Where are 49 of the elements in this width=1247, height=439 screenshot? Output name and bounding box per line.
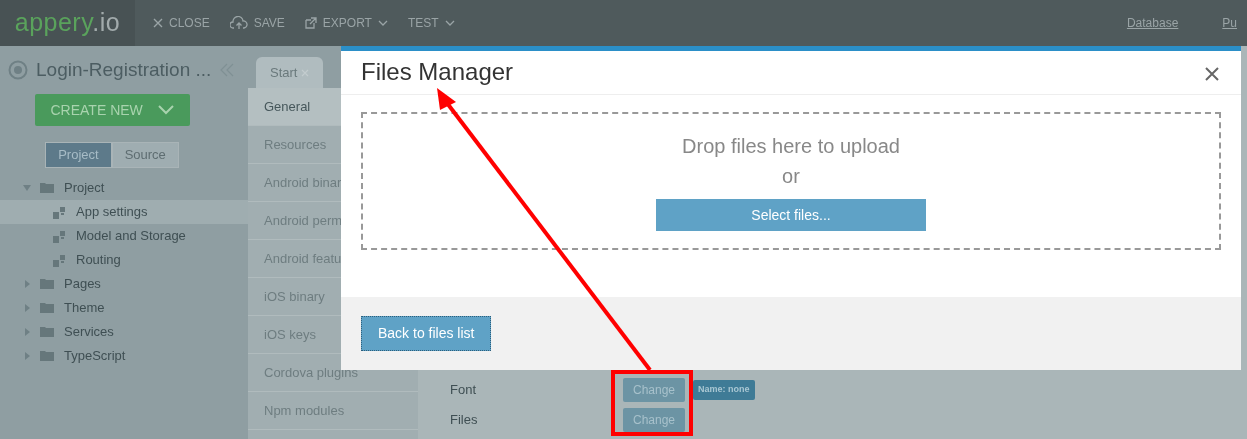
- header-link[interactable]: Pu: [1212, 14, 1247, 32]
- header-action[interactable]: EXPORT: [294, 14, 398, 32]
- folder-icon: [40, 350, 54, 361]
- tree-item[interactable]: Theme: [0, 295, 248, 320]
- collapse-triangle-icon: [22, 279, 32, 288]
- project-title: Login-Registration ...: [36, 57, 212, 82]
- header-action[interactable]: TEST: [397, 14, 465, 32]
- drop-zone[interactable]: Drop files here to upload or Select files...: [361, 112, 1221, 250]
- view-toggle-tab[interactable]: Project: [45, 142, 112, 168]
- cloud-upload-icon: [229, 16, 248, 30]
- tree-item[interactable]: Routing: [0, 247, 248, 272]
- tree-item[interactable]: Services: [0, 319, 248, 344]
- header-action[interactable]: SAVE: [219, 14, 295, 32]
- close-icon: [1205, 67, 1219, 82]
- tree-item[interactable]: Pages: [0, 271, 248, 296]
- tree-item[interactable]: App settings: [0, 199, 248, 224]
- dialog-title: Files Manager: [361, 58, 514, 87]
- field-label: Files: [450, 411, 479, 430]
- folder-icon: [40, 278, 54, 289]
- close-icon: [153, 18, 163, 28]
- collapse-triangle-icon: [22, 351, 32, 360]
- change-button[interactable]: Change: [623, 378, 686, 402]
- caret-icon: [444, 19, 455, 27]
- name-badge: Name: none: [693, 380, 755, 400]
- folder-icon: [40, 182, 54, 193]
- chevron-down-icon: [157, 105, 174, 115]
- tree-item[interactable]: Model and Storage: [0, 223, 248, 248]
- change-button[interactable]: Change: [623, 408, 686, 432]
- collapse-triangle-icon: [22, 303, 32, 312]
- header-action[interactable]: CLOSE: [143, 14, 220, 32]
- folder-icon: [40, 326, 54, 337]
- select-files-button[interactable]: Select files...: [656, 199, 926, 231]
- folder-icon: [40, 302, 54, 313]
- back-button[interactable]: Back to files list: [361, 316, 492, 351]
- target-icon: [8, 60, 28, 80]
- view-toggle-tab[interactable]: Source: [111, 142, 179, 168]
- drop-instructions: Drop files here to upload: [682, 134, 900, 159]
- field-label: Font: [450, 381, 477, 400]
- tree-item[interactable]: TypeScript: [0, 343, 248, 368]
- external-link-icon: [304, 17, 317, 29]
- logo: appery.io: [14, 7, 121, 39]
- header-link[interactable]: Database: [1116, 14, 1189, 32]
- caret-icon: [377, 19, 388, 27]
- create-new-button[interactable]: CREATE NEW: [34, 94, 190, 126]
- collapse-triangle-icon: [22, 327, 32, 336]
- or-text: or: [782, 164, 800, 189]
- tree-item[interactable]: Project: [0, 175, 248, 200]
- editor-tab[interactable]: Start: [256, 56, 324, 88]
- expand-triangle-icon: [22, 183, 32, 192]
